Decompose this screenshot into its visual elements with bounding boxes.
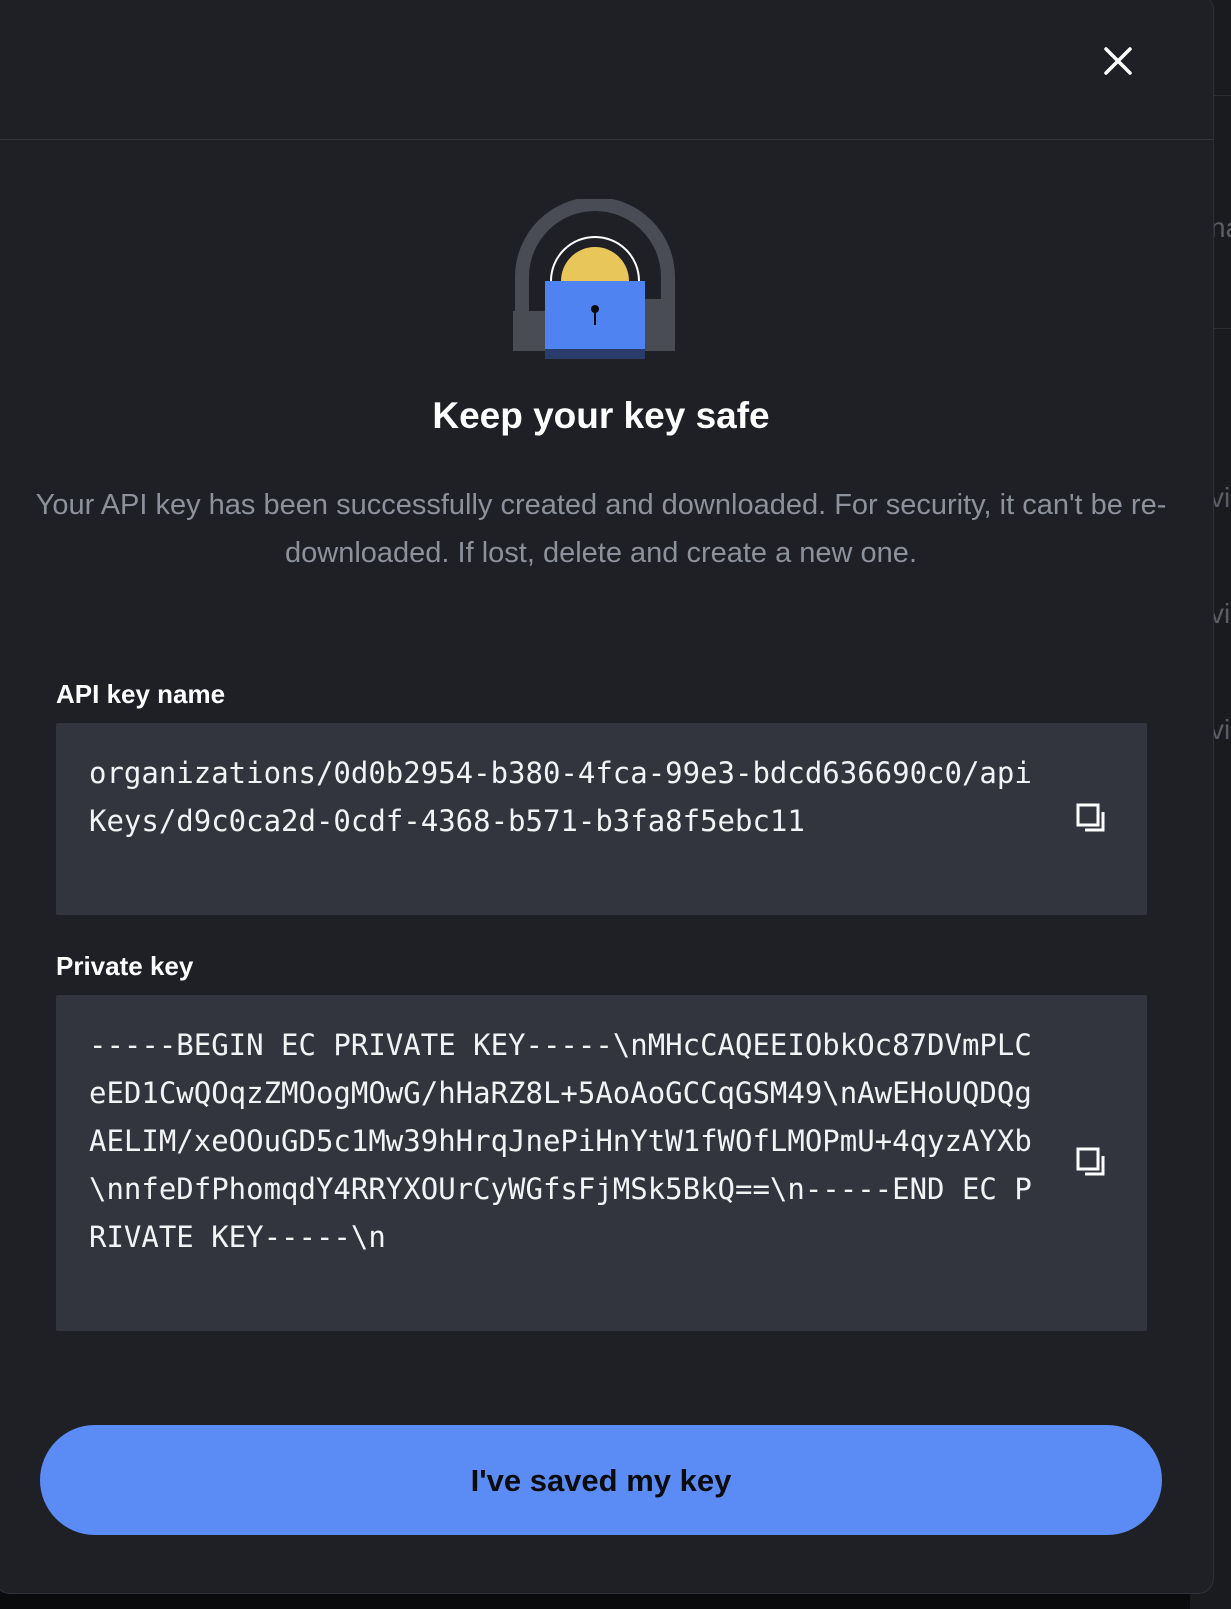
api-key-modal: Keep your key safe Your API key has been… <box>0 0 1214 1594</box>
api-key-name-value[interactable]: organizations/0d0b2954-b380-4fca-99e3-bd… <box>89 749 1049 845</box>
private-key-value[interactable]: -----BEGIN EC PRIVATE KEY-----\nMHcCAQEE… <box>89 1021 1049 1261</box>
copy-private-key-button[interactable] <box>1075 1146 1109 1180</box>
private-key-field: -----BEGIN EC PRIVATE KEY-----\nMHcCAQEE… <box>56 995 1147 1331</box>
copy-icon <box>1076 1147 1105 1176</box>
copy-icon <box>1076 803 1105 832</box>
modal-header <box>0 0 1213 140</box>
copy-api-key-name-button[interactable] <box>1075 802 1109 836</box>
modal-title: Keep your key safe <box>432 395 770 436</box>
modal-description: Your API key has been successfully creat… <box>35 489 1167 569</box>
api-key-name-field: organizations/0d0b2954-b380-4fca-99e3-bd… <box>56 723 1147 915</box>
close-icon <box>1104 47 1132 75</box>
close-button[interactable] <box>1098 41 1138 81</box>
api-key-name-label: API key name <box>56 679 226 709</box>
saved-key-button[interactable]: I've saved my key <box>40 1425 1162 1535</box>
private-key-label: Private key <box>56 951 194 981</box>
lock-icon <box>513 197 677 363</box>
